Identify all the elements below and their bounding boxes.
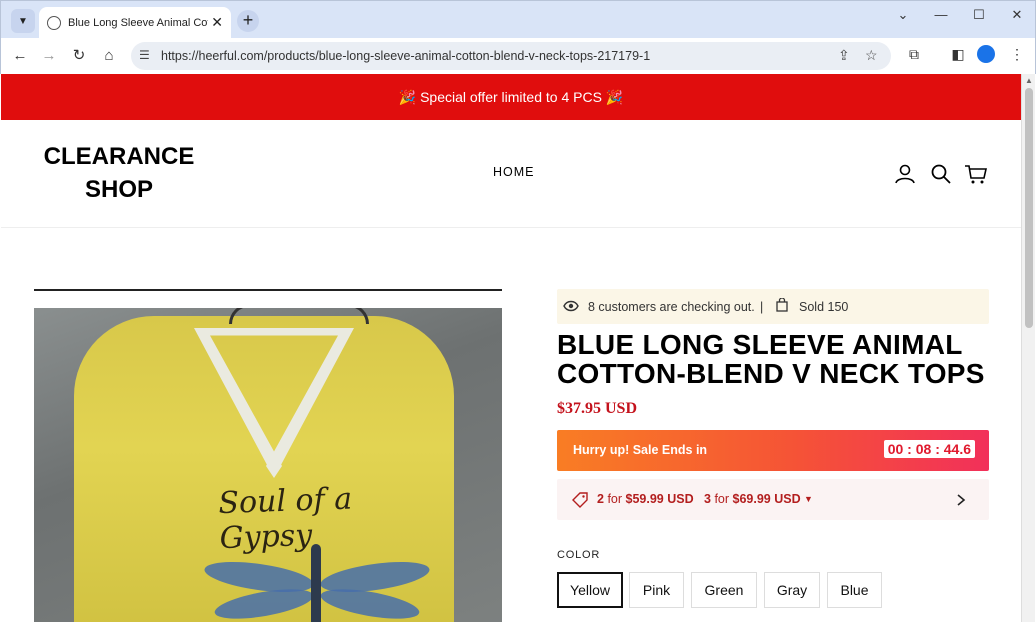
chevron-right-icon[interactable] [955,493,967,507]
close-tab-icon[interactable]: ✕ [211,14,223,31]
checking-out-text: 8 customers are checking out. [588,300,755,314]
bundle-2-for: for [714,492,730,506]
tab-search-dropdown-icon[interactable]: ▼ [11,9,35,33]
scroll-up-arrow-icon[interactable]: ▲ [1025,76,1033,85]
logo-line-2: SHOP [84,176,153,203]
close-window-icon[interactable]: ✕ [1007,7,1027,23]
bundle-2-price: $69.99 USD [732,492,801,506]
color-option-yellow[interactable]: Yellow [557,572,623,608]
browser-toolbar: ← → ↻ ⌂ ☰ https://heerful.com/products/b… [0,38,1036,74]
shirt-graphic: Soul of a Gypsy [74,316,454,622]
dragonfly-graphic [311,544,321,622]
share-icon[interactable]: ⇪ [838,47,850,64]
menu-kebab-icon[interactable]: ⋮ [1007,46,1027,63]
bundle-offer-bar[interactable]: 2 for $59.99 USD 3 for $69.99 USD ▼ [557,479,989,520]
site-info-icon[interactable]: ☰ [139,48,150,62]
bundle-1-qty: 2 [597,492,604,506]
eye-icon [563,300,579,312]
bundle-1-for: for [607,492,623,506]
cart-icon[interactable] [964,162,988,186]
bundle-offer-2[interactable]: 3 for $69.99 USD [704,492,801,506]
scrollbar-thumb[interactable] [1025,88,1033,328]
shopping-bag-icon [776,298,788,312]
tab-title: Blue Long Sleeve Animal Cotton-Blend V N… [68,17,208,29]
url-text[interactable]: https://heerful.com/products/blue-long-s… [161,49,650,63]
shirt-print-text: Soul of a Gypsy [217,481,353,557]
color-option-pink[interactable]: Pink [629,572,684,608]
minimize-icon[interactable]: — [931,7,951,22]
bookmark-star-icon[interactable]: ☆ [865,47,878,64]
countdown-timer: 00 : 08 : 44.6 [883,440,975,458]
address-bar[interactable]: ☰ https://heerful.com/products/blue-long… [131,42,891,70]
site-header: CLEARANCE SHOP HOME [1,120,1021,228]
announcement-bar: 🎉 Special offer limited to 4 PCS 🎉 [1,74,1021,120]
color-option-green[interactable]: Green [691,572,757,608]
sold-count-text: Sold 150 [799,300,849,314]
sale-countdown-bar: Hurry up! Sale Ends in 00 : 08 : 44.6 [557,430,989,471]
user-icon[interactable] [893,162,917,186]
new-tab-button[interactable]: + [237,10,259,32]
web-page: 🎉 Special offer limited to 4 PCS 🎉 CLEAR… [1,74,1021,622]
reload-icon[interactable]: ↻ [68,45,90,67]
browser-tab[interactable]: Blue Long Sleeve Animal Cotton-Blend V N… [39,7,231,39]
price-tag-icon [572,492,588,508]
page-scrollbar[interactable]: ▲ [1021,74,1035,622]
maximize-icon[interactable]: ☐ [969,7,989,23]
bundle-2-qty: 3 [704,492,711,506]
logo-line-1: CLEARANCE [43,143,195,170]
extensions-icon[interactable]: ⧉ [904,46,924,63]
nav-home-link[interactable]: HOME [493,165,535,179]
site-logo[interactable]: CLEARANCE SHOP [39,140,199,206]
product-image[interactable]: Soul of a Gypsy [34,308,502,622]
back-icon[interactable]: ← [9,45,31,67]
profile-avatar[interactable] [977,45,995,63]
bundle-offer-1[interactable]: 2 for $59.99 USD [597,492,694,506]
social-divider: | [760,300,764,314]
color-option-label: COLOR [557,549,601,561]
color-option-gray[interactable]: Gray [764,572,820,608]
color-option-blue[interactable]: Blue [827,572,882,608]
hanger-graphic [229,308,369,324]
tab-list-chevron-icon[interactable]: ⌄ [893,7,913,23]
gallery-divider [34,289,502,291]
bundle-1-price: $59.99 USD [625,492,694,506]
search-icon[interactable] [929,162,953,186]
product-title: BLUE LONG SLEEVE ANIMAL COTTON-BLEND V N… [557,329,985,389]
countdown-label: Hurry up! Sale Ends in [573,443,708,457]
side-panel-icon[interactable]: ◧ [948,46,968,63]
product-price: $37.95 USD [557,400,638,417]
browser-tab-strip: ▼ Blue Long Sleeve Animal Cotton-Blend V… [0,0,1036,39]
caret-down-icon[interactable]: ▼ [804,494,813,504]
forward-icon[interactable]: → [38,45,60,67]
social-proof-bar: 8 customers are checking out. | Sold 150 [557,289,989,324]
home-icon[interactable]: ⌂ [98,45,120,67]
globe-icon [47,16,61,30]
